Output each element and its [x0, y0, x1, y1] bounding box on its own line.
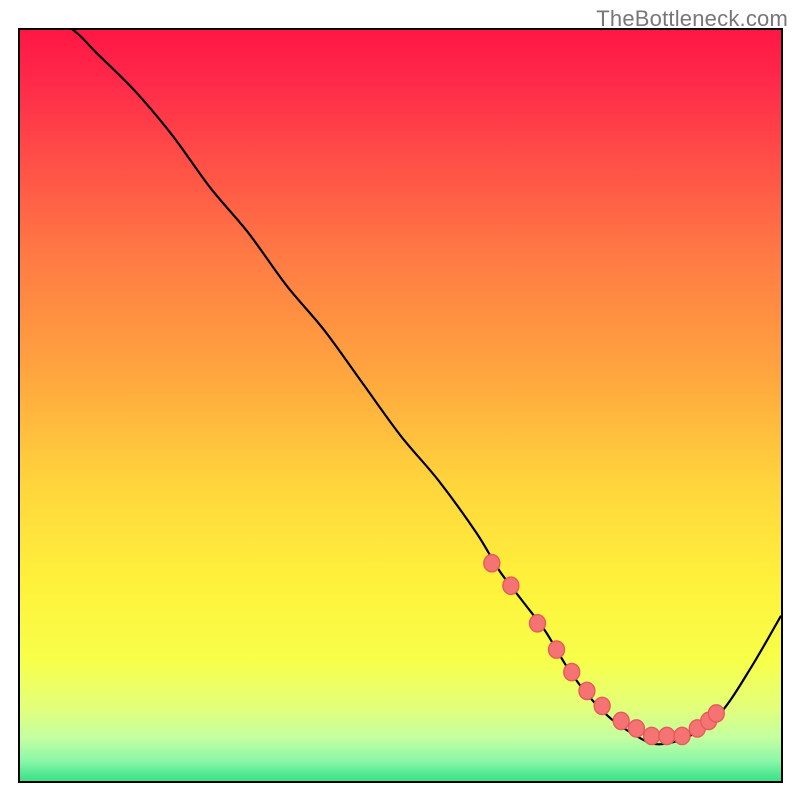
bottleneck-marker [628, 720, 644, 737]
bottleneck-marker [579, 682, 595, 699]
bottleneck-marker [503, 577, 519, 594]
bottleneck-marker [613, 712, 629, 729]
chart-overlay [20, 30, 781, 781]
bottleneck-marker [674, 727, 690, 744]
bottleneck-marker [484, 555, 500, 572]
bottleneck-marker [644, 727, 660, 744]
bottleneck-marker [659, 727, 675, 744]
chart-area [18, 28, 783, 783]
bottleneck-marker [594, 697, 610, 714]
bottleneck-marker [708, 705, 724, 722]
bottleneck-marker [549, 641, 565, 658]
bottleneck-marker-group [484, 555, 724, 745]
bottleneck-marker [564, 663, 580, 680]
bottleneck-marker [529, 615, 545, 632]
bottleneck-curve [20, 30, 781, 744]
